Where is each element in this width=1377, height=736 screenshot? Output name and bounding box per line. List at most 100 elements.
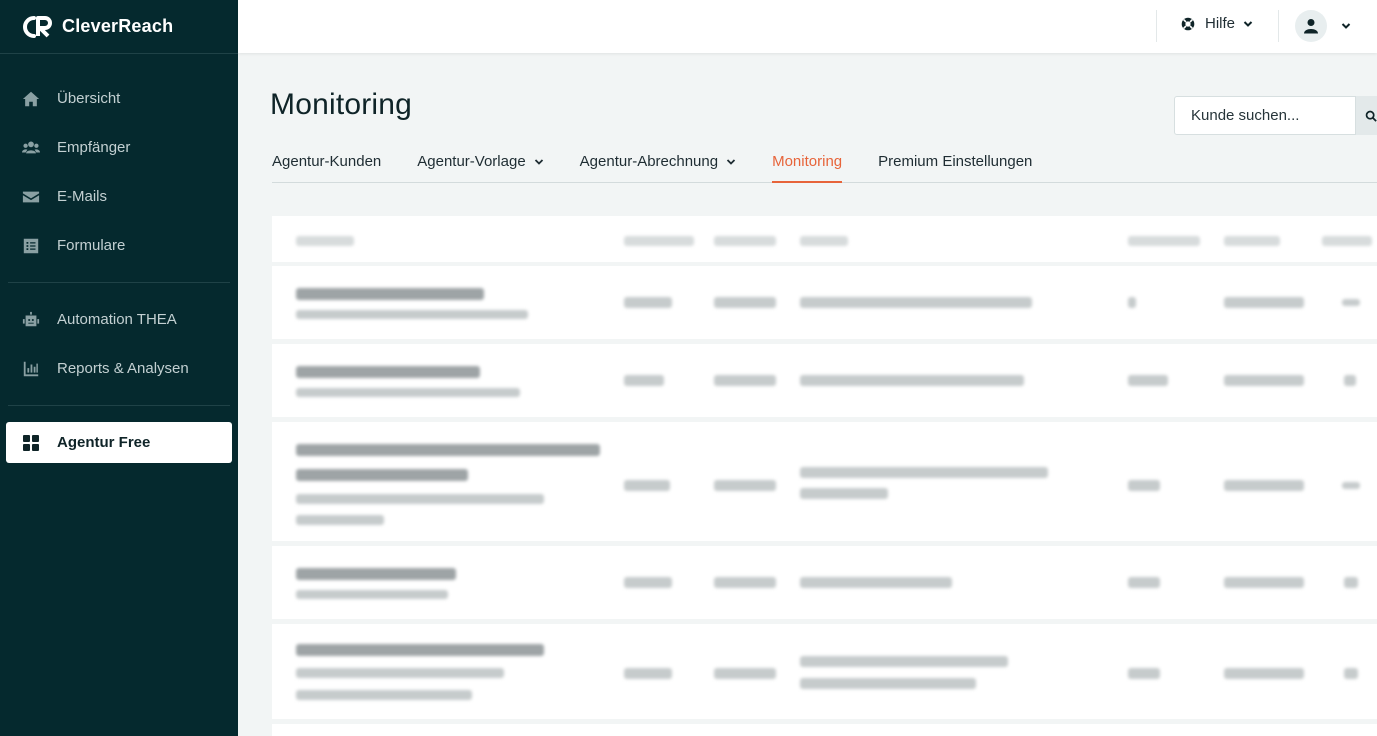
column-header-blurred[interactable] bbox=[1128, 236, 1200, 246]
users-icon bbox=[22, 139, 40, 157]
blurred-cell bbox=[800, 467, 1048, 478]
grid-icon bbox=[23, 434, 39, 451]
account-menu-button[interactable] bbox=[1295, 10, 1351, 42]
blurred-cell bbox=[1344, 668, 1358, 679]
cleverreach-logo-icon bbox=[22, 15, 56, 38]
sidebar-item-empfaenger[interactable]: Empfänger bbox=[8, 123, 230, 172]
blurred-cell bbox=[296, 494, 544, 504]
sidebar: CleverReach Übersicht Empfänger E-Mails … bbox=[0, 0, 238, 736]
tab-label: Monitoring bbox=[772, 153, 843, 170]
tab-bar: Agentur-Kunden Agentur-Vorlage Agentur-A… bbox=[272, 150, 1377, 183]
form-icon bbox=[22, 237, 40, 255]
blurred-cell bbox=[1224, 297, 1304, 308]
blurred-cell bbox=[624, 577, 672, 588]
search-button[interactable] bbox=[1356, 96, 1377, 135]
tab-agentur-abrechnung[interactable]: Agentur-Abrechnung bbox=[580, 150, 736, 183]
sidebar-item-label: Empfänger bbox=[57, 139, 131, 156]
tab-label: Premium Einstellungen bbox=[878, 153, 1033, 170]
topbar-divider bbox=[1278, 10, 1279, 42]
chevron-down-icon bbox=[726, 159, 736, 165]
column-header-blurred[interactable] bbox=[800, 236, 848, 246]
tab-premium-einstellungen[interactable]: Premium Einstellungen bbox=[878, 150, 1032, 183]
blurred-cell bbox=[624, 480, 670, 491]
blurred-cell bbox=[800, 678, 976, 689]
lifebuoy-icon bbox=[1181, 17, 1195, 30]
blurred-cell bbox=[1128, 375, 1168, 386]
brand-name: CleverReach bbox=[62, 16, 174, 36]
sidebar-item-uebersicht[interactable]: Übersicht bbox=[8, 74, 230, 123]
chart-icon bbox=[22, 360, 40, 378]
search-input[interactable] bbox=[1174, 96, 1356, 135]
sidebar-secondary-nav: Automation THEA Reports & Analysen bbox=[8, 283, 230, 406]
column-header-blurred[interactable] bbox=[1224, 236, 1280, 246]
table-row[interactable] bbox=[272, 546, 1377, 624]
blurred-cell bbox=[624, 297, 672, 308]
help-label: Hilfe bbox=[1205, 15, 1236, 32]
blurred-cell bbox=[1344, 577, 1358, 588]
blurred-cell bbox=[1224, 668, 1304, 679]
blurred-cell bbox=[800, 656, 1008, 667]
blurred-cell bbox=[714, 297, 776, 308]
sidebar-item-label: Automation THEA bbox=[57, 311, 177, 328]
brand-logo[interactable]: CleverReach bbox=[0, 0, 238, 54]
table-row[interactable] bbox=[272, 266, 1377, 344]
page-title: Monitoring bbox=[270, 88, 413, 121]
chevron-down-icon bbox=[1243, 20, 1253, 27]
search-icon bbox=[1365, 110, 1377, 122]
sidebar-item-reports[interactable]: Reports & Analysen bbox=[8, 344, 230, 393]
blurred-cell bbox=[296, 515, 384, 525]
blurred-cell bbox=[296, 690, 472, 700]
blurred-cell bbox=[296, 568, 456, 580]
sidebar-item-formulare[interactable]: Formulare bbox=[8, 221, 230, 270]
sidebar-main-nav: Übersicht Empfänger E-Mails Formulare bbox=[8, 54, 230, 283]
customer-search bbox=[1174, 96, 1377, 135]
chevron-down-icon bbox=[534, 159, 543, 165]
table-row[interactable] bbox=[272, 344, 1377, 422]
sidebar-item-label: Übersicht bbox=[57, 90, 121, 107]
blurred-cell bbox=[1128, 668, 1160, 679]
column-header-blurred[interactable] bbox=[1322, 236, 1372, 246]
blurred-cell bbox=[1224, 375, 1304, 386]
blurred-cell bbox=[714, 577, 776, 588]
robot-icon bbox=[22, 311, 40, 329]
column-header-blurred[interactable] bbox=[296, 236, 354, 246]
sidebar-item-automation-thea[interactable]: Automation THEA bbox=[8, 295, 230, 344]
tab-label: Agentur-Vorlage bbox=[417, 153, 526, 170]
blurred-cell bbox=[1342, 482, 1360, 489]
sidebar-item-label: E-Mails bbox=[57, 188, 108, 205]
blurred-cell bbox=[1224, 480, 1304, 491]
table-row[interactable] bbox=[272, 422, 1377, 546]
blurred-cell bbox=[624, 375, 664, 386]
blurred-cell bbox=[296, 388, 520, 397]
topbar: Hilfe bbox=[238, 0, 1377, 53]
help-menu-button[interactable]: Hilfe bbox=[1181, 15, 1253, 32]
blurred-cell bbox=[714, 375, 776, 386]
blurred-cell bbox=[1344, 375, 1356, 386]
user-icon bbox=[1304, 19, 1318, 34]
sidebar-item-emails[interactable]: E-Mails bbox=[8, 172, 230, 221]
tab-label: Agentur-Kunden bbox=[272, 153, 382, 170]
tab-agentur-vorlage[interactable]: Agentur-Vorlage bbox=[417, 150, 543, 183]
blurred-cell bbox=[296, 590, 448, 599]
blurred-cell bbox=[296, 668, 504, 678]
blurred-cell bbox=[296, 310, 528, 319]
column-header-blurred[interactable] bbox=[624, 236, 694, 246]
blurred-cell bbox=[800, 375, 1024, 386]
blurred-cell bbox=[800, 297, 1032, 308]
blurred-cell bbox=[1128, 480, 1160, 491]
monitoring-table bbox=[272, 216, 1377, 736]
sidebar-item-label: Agentur Free bbox=[57, 434, 151, 451]
envelope-icon bbox=[22, 188, 40, 206]
sidebar-item-agentur-free[interactable]: Agentur Free bbox=[6, 422, 232, 463]
sidebar-active-wrap: Agentur Free bbox=[0, 406, 238, 463]
blurred-cell bbox=[800, 577, 952, 588]
blurred-cell bbox=[714, 668, 776, 679]
table-row[interactable] bbox=[272, 624, 1377, 724]
blurred-cell bbox=[1224, 577, 1304, 588]
blurred-cell bbox=[296, 288, 484, 300]
tab-monitoring[interactable]: Monitoring bbox=[772, 150, 843, 183]
column-header-blurred[interactable] bbox=[714, 236, 776, 246]
blurred-cell bbox=[296, 644, 544, 656]
blurred-cell bbox=[1342, 299, 1360, 306]
tab-agentur-kunden[interactable]: Agentur-Kunden bbox=[272, 150, 381, 183]
